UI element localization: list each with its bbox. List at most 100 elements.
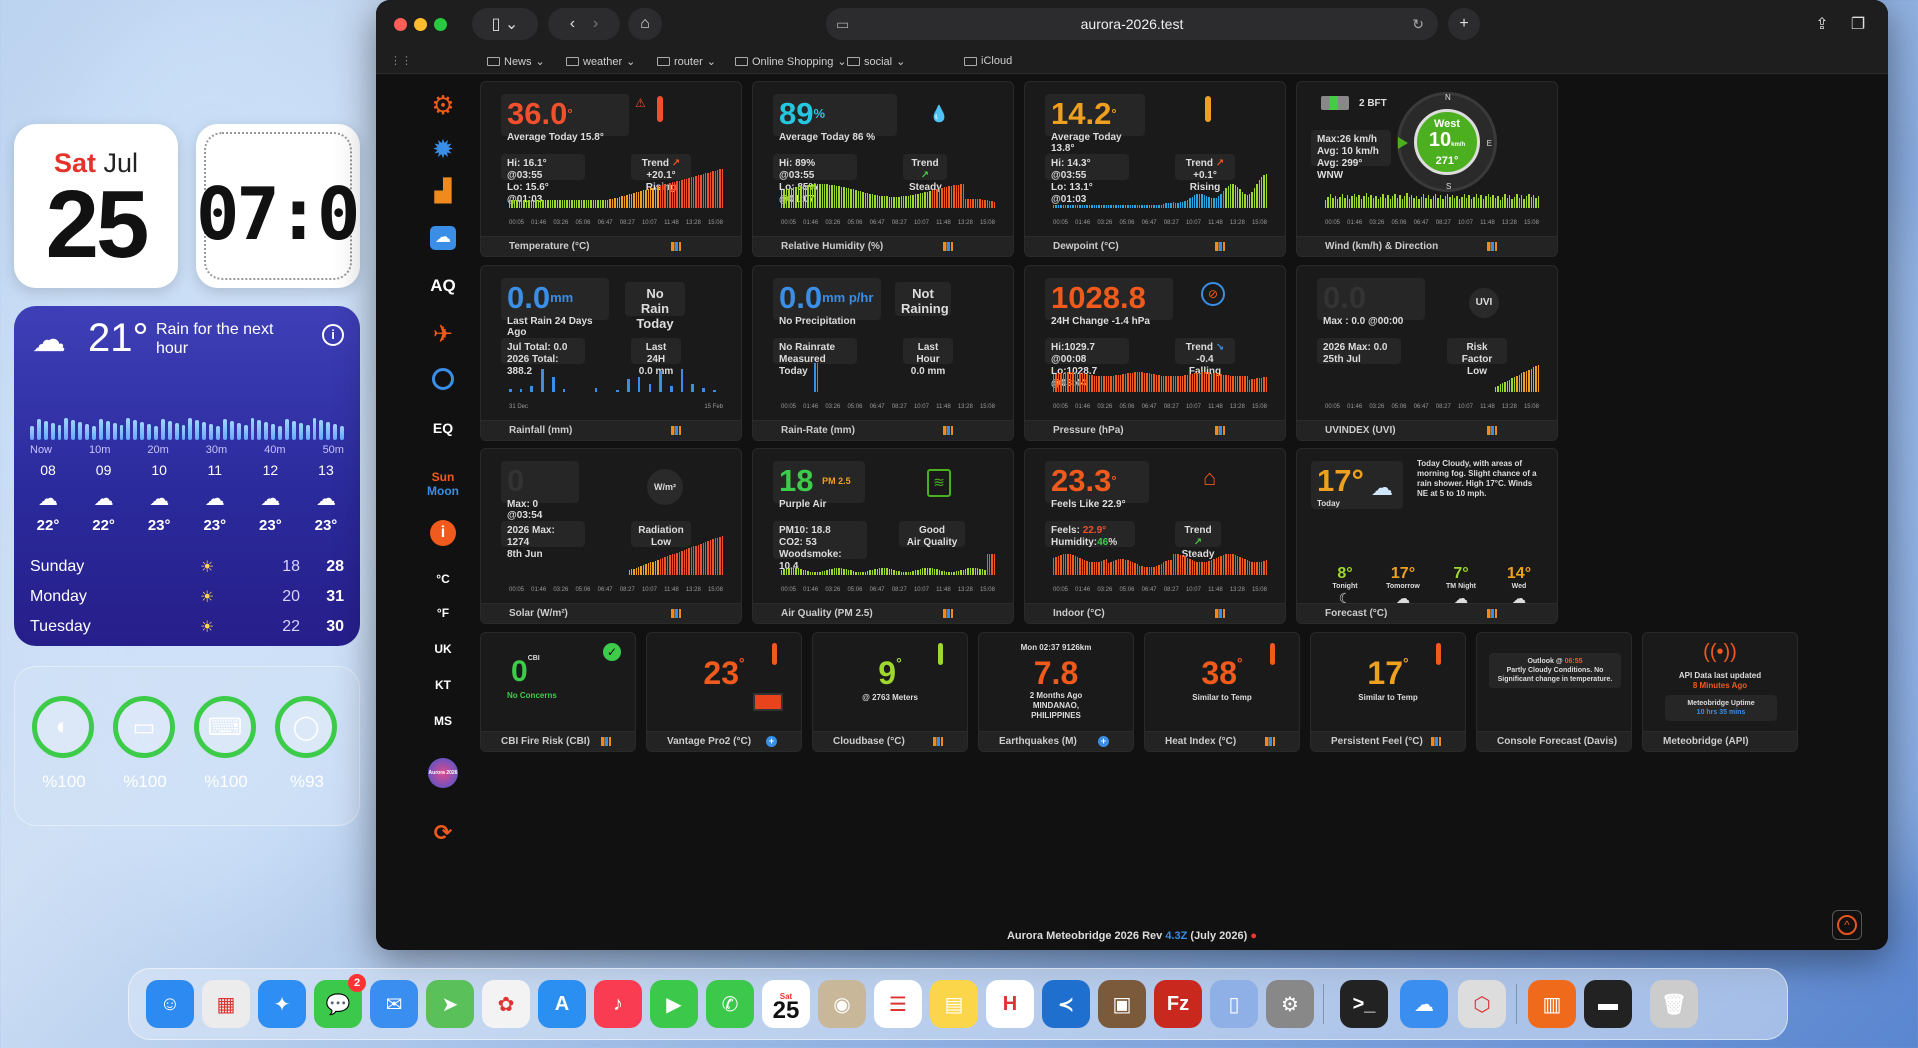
calendar-icon[interactable]: Sat 25 <box>762 980 810 1028</box>
rainrate-card[interactable]: Rain-Rate (mm) 0.0mm p/hr No Precipitation… <box>752 265 1014 441</box>
contacts-icon[interactable]: ◉ <box>818 980 866 1028</box>
favorite-item[interactable]: router ⌄ <box>657 55 716 68</box>
minimize-button[interactable] <box>414 18 427 31</box>
maps-icon[interactable]: ➤ <box>426 980 474 1028</box>
chart-icon[interactable] <box>1265 737 1275 746</box>
home-button[interactable]: ⌂ <box>628 8 662 40</box>
nav-celsius[interactable]: °C <box>426 572 460 586</box>
humidity-card[interactable]: Relative Humidity (%) 89% Average Today 86… <box>752 81 1014 257</box>
music-icon[interactable]: ♪ <box>594 980 642 1028</box>
date-widget[interactable]: Sat Jul 25 <box>14 124 178 288</box>
weather-widget[interactable]: ☁ 21° Rain for the next hour i Now 10m 20m… <box>14 306 360 646</box>
air-quality-card[interactable]: Air Quality (PM 2.5) 18 PM 2.5 Purple Air ≋… <box>752 448 1014 624</box>
favorite-item[interactable]: social ⌄ <box>847 55 905 68</box>
favorite-item[interactable]: News ⌄ <box>487 55 545 68</box>
persistent-feel-card[interactable]: Persistent Feel (°C) 17° Similar to Temp <box>1310 632 1466 752</box>
app-store-icon[interactable]: A <box>538 980 586 1028</box>
grid-icon[interactable]: ⋮⋮ <box>390 54 412 67</box>
nav-sun[interactable]: Sun <box>426 470 460 484</box>
nav-aq[interactable]: AQ <box>426 276 460 296</box>
hcode-icon[interactable]: H <box>986 980 1034 1028</box>
nav-uk[interactable]: UK <box>426 642 460 656</box>
forward-icon[interactable]: › <box>593 15 598 33</box>
favorite-item[interactable]: Online Shopping ⌄ <box>735 55 847 68</box>
chart-icon[interactable] <box>1487 609 1497 618</box>
tabs-overview-button[interactable]: ❐ <box>1842 8 1874 40</box>
console-forecast-card[interactable]: Console Forecast (Davis) Outlook @ 06:55 P… <box>1476 632 1632 752</box>
nav-kt[interactable]: KT <box>426 678 460 692</box>
finder-icon[interactable]: ☺ <box>146 980 194 1028</box>
refresh-icon[interactable]: ⟳ <box>426 820 460 846</box>
photos-icon[interactable]: ✿ <box>482 980 530 1028</box>
chart-icon[interactable] <box>1215 426 1225 435</box>
chart-icon[interactable] <box>1487 242 1497 251</box>
back-forward-buttons[interactable]: ‹ › <box>548 8 620 40</box>
settings-icon[interactable]: ⚙ <box>1266 980 1314 1028</box>
plane-icon[interactable]: ✈ <box>426 320 460 349</box>
chart-icon[interactable] <box>1487 426 1497 435</box>
app-icon[interactable]: ⬡ <box>1458 980 1506 1028</box>
nav-fahrenheit[interactable]: °F <box>426 606 460 620</box>
zoom-button[interactable] <box>434 18 447 31</box>
dewpoint-card[interactable]: Dewpoint (°C) 14.2° Average Today 13.8° Hi:… <box>1024 81 1286 257</box>
wind-card[interactable]: Wind (km/h) & Direction 2 BFT Max:26 km/h A… <box>1296 81 1558 257</box>
chart-icon[interactable] <box>943 426 953 435</box>
chart-icon[interactable] <box>1215 609 1225 618</box>
gear-icon[interactable]: ⚙ <box>426 90 460 121</box>
chart-icon[interactable] <box>671 426 681 435</box>
aurora-logo[interactable]: Aurora 2026 <box>426 758 460 788</box>
chart-icon[interactable] <box>601 737 611 746</box>
clock-widget[interactable]: 07:02 <box>196 124 360 288</box>
plus-icon[interactable]: + <box>766 736 777 747</box>
mail-icon[interactable]: ✉ <box>370 980 418 1028</box>
filezilla-icon[interactable]: Fz <box>1154 980 1202 1028</box>
info-icon[interactable]: i <box>322 324 344 346</box>
address-bar[interactable]: aurora-2026.test ↻ ▭ <box>826 8 1438 40</box>
pressure-card[interactable]: Pressure (hPa) 1028.8 24H Change -1.4 hPa ⊘… <box>1024 265 1286 441</box>
webcam-icon[interactable] <box>426 368 460 395</box>
nav-eq[interactable]: EQ <box>426 420 460 436</box>
heat-index-card[interactable]: Heat Index (°C) 38° Similar to Temp <box>1144 632 1300 752</box>
chart-icon[interactable] <box>943 609 953 618</box>
forecast-card[interactable]: Forecast (°C) 17° Today ☁ Today Cloudy, with… <box>1296 448 1558 624</box>
messages-icon[interactable]: 💬 2 <box>314 974 366 1028</box>
screen-icon[interactable]: ▬ <box>1584 980 1632 1028</box>
app-icon[interactable]: ▣ <box>1098 980 1146 1028</box>
info-icon[interactable]: i <box>426 520 460 546</box>
nav-moon[interactable]: Moon <box>426 484 460 498</box>
favorite-item[interactable]: weather ⌄ <box>566 55 635 68</box>
cloudbase-card[interactable]: Cloudbase (°C) 9° @ 2763 Meters <box>812 632 968 752</box>
vscode-icon[interactable]: ≺ <box>1042 980 1090 1028</box>
chart-icon[interactable]: ▟ <box>426 178 460 204</box>
phone-icon[interactable]: ✆ <box>706 980 754 1028</box>
simulator-icon[interactable]: ▯ <box>1210 980 1258 1028</box>
close-button[interactable] <box>394 18 407 31</box>
weather-icon[interactable]: ✹ <box>426 134 460 165</box>
trash-icon[interactable]: 🗑 <box>1650 980 1698 1028</box>
plus-icon[interactable]: + <box>1098 736 1109 747</box>
battery-widget[interactable]: ◐ %100 ▭ %100 ⌨ %100 ◯ %93 <box>14 666 360 826</box>
favorite-item[interactable]: iCloud <box>964 55 1012 67</box>
uv-card[interactable]: UVINDEX (UVI) 0.0 Max : 0.0 @00:00 UVI 2026 … <box>1296 265 1558 441</box>
solar-card[interactable]: Solar (W/m²) 0 Max: 0 @03:54 W/m² 2026 Max: … <box>480 448 742 624</box>
cloud-icon[interactable]: ☁ <box>426 226 460 250</box>
chart-icon[interactable] <box>671 609 681 618</box>
scroll-top-button[interactable]: ^ <box>1832 910 1862 940</box>
sidebar-toggle-button[interactable]: ▯ ⌄ <box>472 8 538 40</box>
chart-icon[interactable] <box>671 242 681 251</box>
earthquake-card[interactable]: Earthquakes (M) + Mon 02:37 9126km 7.8 2 Mon… <box>978 632 1134 752</box>
vantage-card[interactable]: Vantage Pro2 (°C) + 23° <box>646 632 802 752</box>
chart-icon[interactable] <box>943 242 953 251</box>
new-tab-button[interactable]: + <box>1448 8 1480 40</box>
notes-icon[interactable]: ▤ <box>930 980 978 1028</box>
chart-icon[interactable] <box>1431 737 1441 746</box>
reminders-icon[interactable]: ☰ <box>874 980 922 1028</box>
rainfall-card[interactable]: Rainfall (mm) 0.0mm Last Rain 24 Days Ago N… <box>480 265 742 441</box>
archive-icon[interactable]: ▥ <box>1528 980 1576 1028</box>
launchpad-icon[interactable]: ▦ <box>202 980 250 1028</box>
safari-icon[interactable]: ✦ <box>258 980 306 1028</box>
facetime-icon[interactable]: ▶ <box>650 980 698 1028</box>
meteobridge-card[interactable]: Meteobridge (API) ((•)) API Data last upda… <box>1642 632 1798 752</box>
cbi-card[interactable]: CBI Fire Risk (CBI) 0CBI No Concerns ✓ <box>480 632 636 752</box>
chart-icon[interactable] <box>933 737 943 746</box>
